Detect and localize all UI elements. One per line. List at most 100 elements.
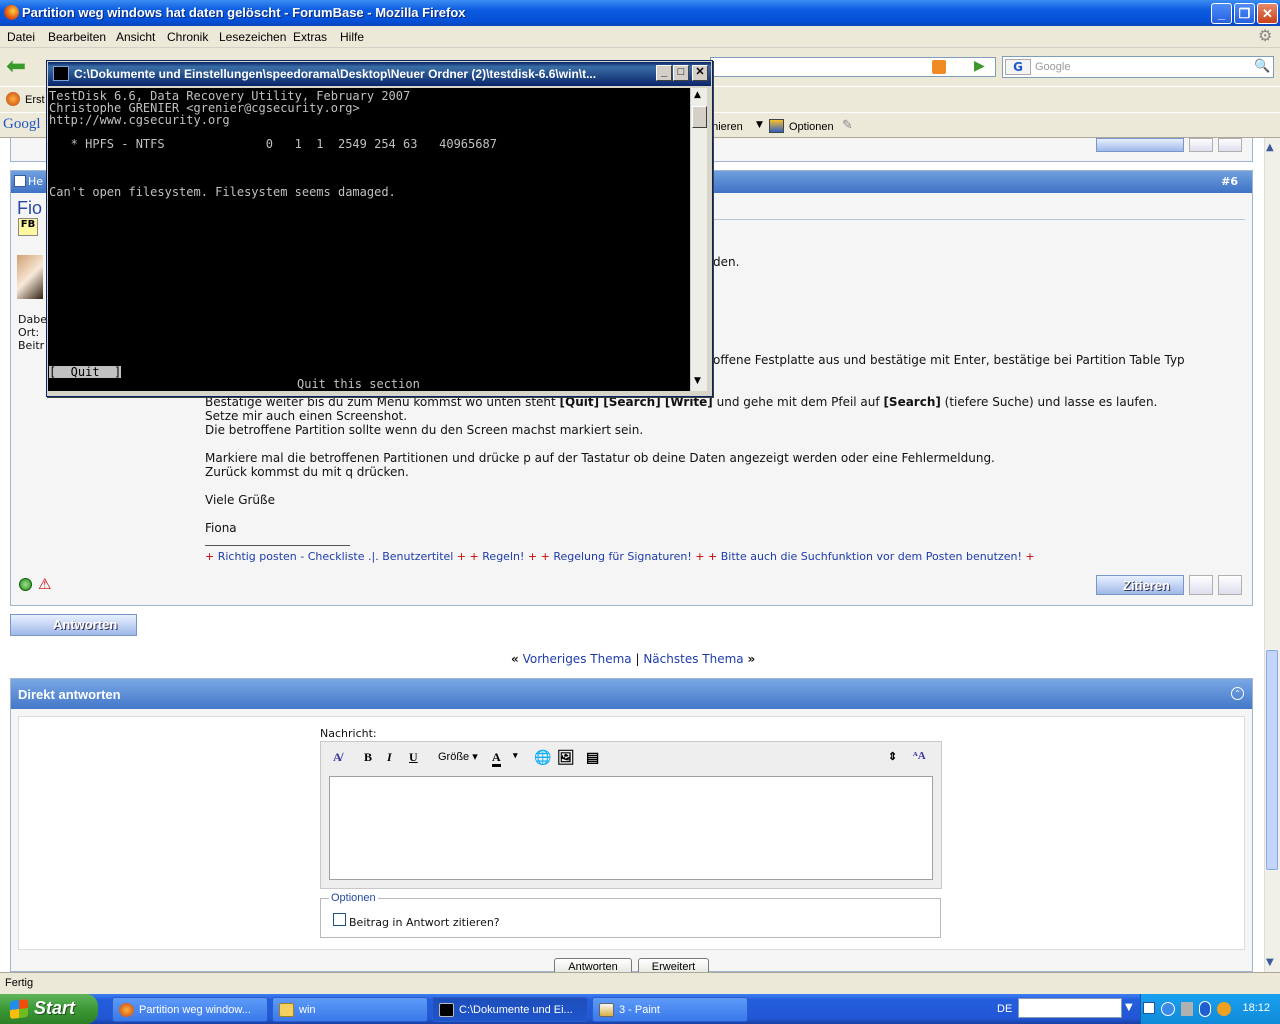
menu-bearbeiten[interactable]: Bearbeiten bbox=[48, 30, 106, 44]
format-clear-icon[interactable]: ᴬA bbox=[913, 750, 926, 762]
close-button[interactable]: ✕ bbox=[1257, 3, 1278, 24]
task-explorer[interactable]: win bbox=[272, 997, 428, 1022]
edit-icon[interactable] bbox=[1218, 575, 1242, 595]
chevron-down-icon[interactable]: ▼ bbox=[1125, 1002, 1133, 1013]
start-label: Start bbox=[34, 998, 76, 1018]
message-label: Nachricht: bbox=[320, 727, 377, 740]
meta-beitraege: Beitr bbox=[18, 339, 45, 352]
report-icon[interactable]: ⚠ bbox=[38, 575, 51, 593]
menu-ansicht[interactable]: Ansicht bbox=[116, 30, 155, 44]
text-color-button[interactable]: A bbox=[492, 750, 501, 767]
console-output[interactable]: TestDisk 6.6, Data Recovery Utility, Feb… bbox=[48, 88, 690, 391]
quote-icon[interactable]: ▤ bbox=[586, 750, 599, 767]
rss-icon[interactable] bbox=[932, 60, 946, 74]
menubar: Datei Bearbeiten Ansicht Chronik Lesezei… bbox=[0, 26, 1280, 48]
url-bar[interactable] bbox=[710, 57, 996, 77]
console-quit-option[interactable]: [ Quit ] bbox=[49, 366, 122, 378]
quote-checkbox[interactable] bbox=[333, 913, 346, 926]
meta-ort: Ort: bbox=[18, 326, 40, 339]
reply-button[interactable]: Antworten bbox=[10, 614, 137, 636]
chevron-down-icon[interactable]: ▼ bbox=[756, 120, 763, 130]
quick-reply-header[interactable]: Direkt antworten ⌃ bbox=[11, 679, 1252, 709]
maximize-button[interactable]: ❐ bbox=[1234, 3, 1255, 24]
tray-window-icon[interactable] bbox=[1143, 1002, 1155, 1014]
link-icon[interactable]: 🌐 bbox=[534, 750, 551, 767]
pencil-icon[interactable]: ✎ bbox=[842, 118, 853, 133]
status-bar: Fertig bbox=[0, 972, 1280, 994]
pm-icon[interactable] bbox=[1189, 575, 1213, 595]
console-scroll-down-icon[interactable]: ▼ bbox=[694, 376, 701, 386]
tray-printer-icon[interactable] bbox=[1181, 1002, 1193, 1016]
italic-button[interactable]: I bbox=[387, 750, 392, 765]
taskbar-search-box[interactable] bbox=[1018, 998, 1122, 1018]
resize-icon[interactable]: ⇕ bbox=[888, 750, 897, 763]
menu-extras[interactable]: Extras bbox=[293, 30, 327, 44]
size-dropdown[interactable]: Größe ▾ bbox=[438, 750, 478, 763]
console-close-button[interactable]: ✕ bbox=[692, 65, 708, 81]
message-textarea[interactable] bbox=[329, 776, 933, 880]
tray-update-icon[interactable] bbox=[1217, 1002, 1231, 1016]
post-number[interactable]: #6 bbox=[1221, 175, 1238, 188]
task-paint[interactable]: 3 - Paint bbox=[592, 997, 748, 1022]
previous-quote-button[interactable] bbox=[1096, 138, 1184, 152]
scroll-up-icon[interactable]: ▲ bbox=[1266, 142, 1274, 153]
search-box[interactable]: G Google bbox=[1002, 56, 1274, 78]
author-name[interactable]: Fio bbox=[17, 198, 42, 219]
google-logo[interactable]: Googl bbox=[3, 116, 41, 133]
quote-button[interactable]: Zitieren bbox=[1096, 575, 1184, 595]
sig-link-regeln[interactable]: Regeln! bbox=[482, 550, 524, 563]
scroll-down-icon[interactable]: ▼ bbox=[1266, 957, 1274, 968]
console-error: Can't open filesystem. Filesystem seems … bbox=[49, 185, 396, 199]
chevron-down-icon[interactable]: ▾ bbox=[513, 750, 518, 761]
back-arrow-icon[interactable]: ⬅ bbox=[6, 52, 26, 80]
toolbar-options[interactable]: Optionen bbox=[789, 121, 834, 133]
console-partition-row[interactable]: * HPFS - NTFS 0 1 1 2549 254 63 40965687 bbox=[49, 138, 497, 150]
quote-checkbox-label[interactable]: Beitrag in Antwort zitieren? bbox=[349, 916, 500, 929]
collapse-icon[interactable]: ⌃ bbox=[1231, 687, 1244, 700]
task-firefox[interactable]: Partition weg window... bbox=[112, 997, 268, 1022]
task-console[interactable]: C:\Dokumente und Ei... bbox=[432, 997, 588, 1022]
bookmark-first[interactable]: Erst bbox=[25, 94, 45, 106]
previous-edit-icon[interactable] bbox=[1218, 138, 1242, 152]
tray-network-icon[interactable] bbox=[1161, 1002, 1175, 1016]
signature-divider bbox=[205, 545, 350, 546]
menu-chronik[interactable]: Chronik bbox=[167, 30, 208, 44]
menu-lesezeichen[interactable]: Lesezeichen bbox=[219, 30, 286, 44]
console-scroll-up-icon[interactable]: ▲ bbox=[694, 90, 701, 100]
menu-hilfe[interactable]: Hilfe bbox=[340, 30, 364, 44]
next-topic-link[interactable]: Nächstes Thema bbox=[643, 652, 743, 666]
post-line-partial-2: offene Festplatte aus und bestätige mit … bbox=[713, 353, 1185, 367]
page-scrollbar-thumb[interactable] bbox=[1266, 650, 1278, 870]
underline-button[interactable]: U bbox=[409, 750, 418, 765]
sig-link-signaturen[interactable]: Regelung für Signaturen! bbox=[553, 550, 691, 563]
minimize-button[interactable]: _ bbox=[1211, 3, 1232, 24]
previous-pm-icon[interactable] bbox=[1189, 138, 1213, 152]
options-legend: Optionen bbox=[331, 892, 376, 904]
search-icon[interactable]: 🔍 bbox=[1254, 59, 1270, 74]
console-task-icon bbox=[439, 1003, 454, 1017]
go-icon[interactable]: ▶ bbox=[974, 58, 985, 74]
tray-bluetooth-icon[interactable] bbox=[1199, 1001, 1211, 1017]
console-minimize-button[interactable]: _ bbox=[656, 65, 672, 81]
console-title-bar[interactable]: C:\Dokumente und Einstellungen\speedoram… bbox=[48, 62, 711, 86]
rank-badge: FB bbox=[18, 218, 38, 236]
bold-button[interactable]: B bbox=[364, 750, 372, 765]
console-title: C:\Dokumente und Einstellungen\speedoram… bbox=[74, 67, 597, 81]
google-icon[interactable]: G bbox=[1005, 59, 1031, 75]
meta-dabei: Dabe bbox=[18, 313, 47, 326]
status-text: Fertig bbox=[5, 977, 34, 989]
console-scrollbar[interactable]: ▲ ▼ bbox=[690, 88, 707, 391]
previous-topic-link[interactable]: Vorheriges Thema bbox=[523, 652, 632, 666]
sig-link-checkliste[interactable]: Richtig posten - Checkliste .|. Benutzer… bbox=[218, 550, 454, 563]
image-icon[interactable]: 🖼 bbox=[557, 750, 575, 767]
quick-reply-title: Direkt antworten bbox=[18, 687, 121, 702]
font-icon[interactable]: A̸ bbox=[333, 750, 342, 765]
console-scroll-thumb[interactable] bbox=[692, 106, 707, 128]
avatar bbox=[17, 255, 43, 299]
clock[interactable]: 18:12 bbox=[1242, 1002, 1270, 1014]
language-indicator[interactable]: DE bbox=[997, 1003, 1012, 1015]
console-maximize-button[interactable]: □ bbox=[673, 65, 689, 81]
menu-datei[interactable]: Datei bbox=[7, 30, 35, 44]
firefox-title-bar[interactable]: Partition weg windows hat daten gelöscht… bbox=[0, 0, 1280, 26]
sig-link-suchfunktion[interactable]: Bitte auch die Suchfunktion vor dem Post… bbox=[721, 550, 1022, 563]
